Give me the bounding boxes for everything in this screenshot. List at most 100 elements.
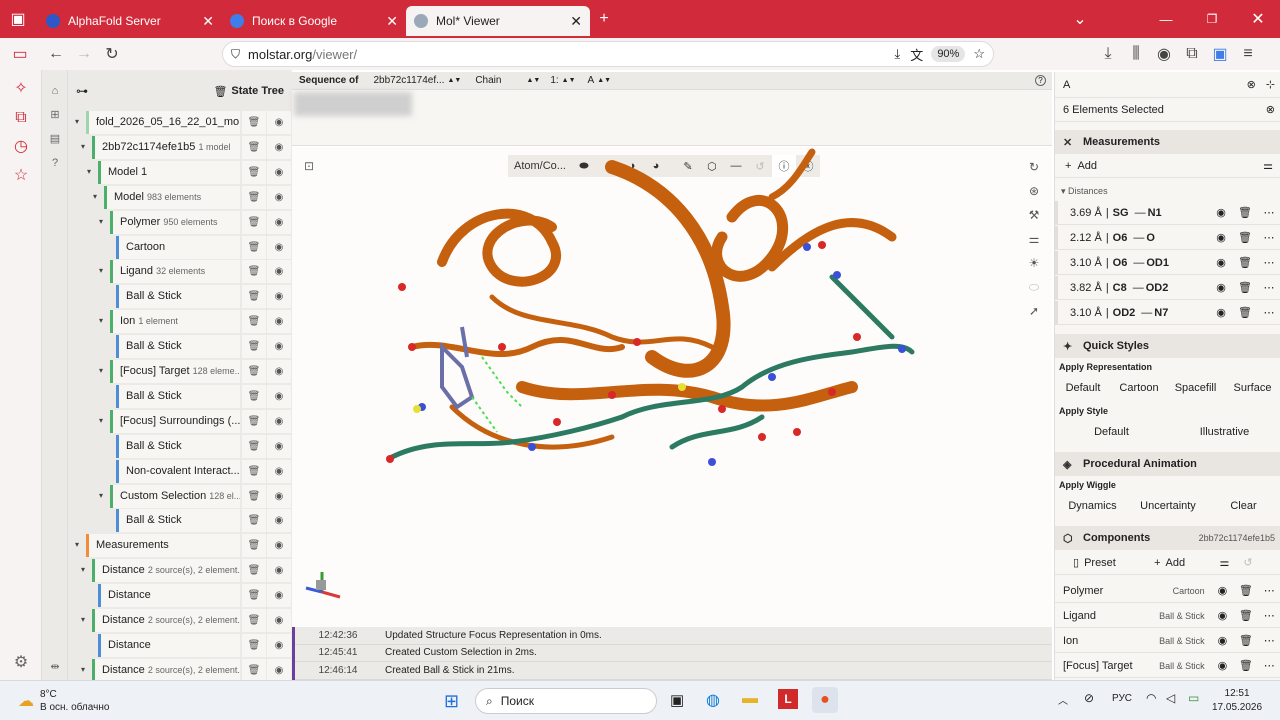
delete-icon[interactable]: 🗑: [242, 509, 266, 533]
save-page-icon[interactable]: ⤓: [895, 46, 901, 62]
delete-icon[interactable]: 🗑: [242, 135, 266, 159]
tree-node-label[interactable]: fold_2026_05_16_22_01_mo...: [86, 111, 240, 134]
tree-row[interactable]: Distance 🗑 ◉: [68, 633, 292, 657]
tree-node-label[interactable]: Distance 2 source(s), 2 element...: [92, 609, 240, 632]
input-language[interactable]: РУС: [1112, 693, 1132, 704]
tree-row[interactable]: Ball & Stick 🗑 ◉: [68, 508, 292, 533]
tree-node-label[interactable]: Ligand 32 elements: [110, 260, 240, 284]
tree-row[interactable]: ▾ Ligand 32 elements 🗑 ◉: [68, 259, 292, 284]
style-default-button[interactable]: Default: [1055, 421, 1168, 443]
selection-query[interactable]: A: [1063, 79, 1247, 91]
more-options-icon[interactable]: ⋯: [1258, 609, 1280, 622]
chevron-down-icon[interactable]: ▾: [78, 558, 88, 582]
tree-row[interactable]: ▾ 2bb72c1174efe1b5 1 model 🗑 ◉: [68, 135, 292, 159]
delete-icon[interactable]: 🗑: [1234, 609, 1257, 622]
visibility-eye-icon[interactable]: ◉: [267, 210, 291, 234]
tree-row[interactable]: ▾ Distance 2 source(s), 2 element... 🗑 ◉: [68, 558, 292, 583]
procedural-animation-header[interactable]: ◈ Procedural Animation: [1055, 452, 1280, 476]
collapse-icon[interactable]: ⇹: [46, 658, 64, 676]
reload-icon[interactable]: ↻: [98, 40, 126, 68]
taskbar-search[interactable]: ⌕ Поиск: [475, 688, 657, 714]
tab-alphafold[interactable]: AlphaFold Server ✕: [38, 6, 222, 36]
tray-network-off-icon[interactable]: ⊘: [1084, 691, 1094, 705]
delete-icon[interactable]: 🗑: [242, 160, 266, 184]
tree-node-label[interactable]: Ball & Stick: [116, 434, 240, 458]
tree-row[interactable]: Ball & Stick 🗑 ◉: [68, 284, 292, 309]
component-row[interactable]: [Focus] Target Ball & Stick ◉ 🗑 ⋯: [1055, 654, 1280, 678]
distances-group[interactable]: ▾ Distances: [1055, 182, 1280, 200]
tree-row[interactable]: Non-covalent Interact... 🗑 ◉: [68, 459, 292, 483]
entity-select[interactable]: 2bb72c1174ef...: [373, 75, 444, 86]
unit-select[interactable]: A: [588, 75, 595, 86]
tab-google[interactable]: Поиск в Google ✕: [222, 6, 406, 36]
bookmark-star-icon[interactable]: ☆: [973, 46, 985, 62]
tray-chevron-icon[interactable]: ︿: [1058, 692, 1068, 707]
chevron-down-icon[interactable]: ▾: [96, 259, 106, 283]
windows-start-icon[interactable]: ⊞: [444, 691, 459, 712]
more-options-icon[interactable]: ⋯: [1258, 634, 1280, 647]
visibility-eye-icon[interactable]: ◉: [267, 235, 291, 259]
tree-node-label[interactable]: Ball & Stick: [116, 509, 240, 533]
delete-icon[interactable]: 🗑: [242, 185, 266, 209]
tree-row[interactable]: ▾ Model 1 🗑 ◉: [68, 160, 292, 184]
session-icon[interactable]: ▤: [46, 130, 64, 148]
wiggle-clear-button[interactable]: Clear: [1206, 495, 1280, 517]
extension-shield-icon[interactable]: ▣: [1206, 40, 1234, 68]
delete-icon[interactable]: 🗑: [242, 609, 266, 632]
delete-icon[interactable]: 🗑: [242, 484, 266, 508]
measurement-add-button[interactable]: Add: [1077, 160, 1263, 172]
visibility-eye-icon[interactable]: ◉: [1211, 609, 1234, 622]
delete-icon[interactable]: 🗑: [1233, 306, 1257, 319]
more-options-icon[interactable]: ⋯: [1257, 306, 1280, 319]
delete-icon[interactable]: 🗑: [1234, 584, 1257, 597]
tree-node-label[interactable]: Polymer 950 elements: [110, 210, 240, 234]
visibility-eye-icon[interactable]: ◉: [1209, 231, 1233, 244]
delete-icon[interactable]: 🗑: [242, 260, 266, 284]
firefox-icon[interactable]: ●: [812, 687, 838, 713]
more-options-icon[interactable]: ⋯: [1258, 584, 1280, 597]
tree-node-label[interactable]: Ion 1 element: [110, 310, 240, 334]
visibility-eye-icon[interactable]: ◉: [267, 609, 291, 632]
add-icon[interactable]: +: [1154, 557, 1160, 569]
style-illustrative-button[interactable]: Illustrative: [1168, 421, 1280, 443]
clear-selection-icon[interactable]: ⊗: [1266, 103, 1275, 116]
more-options-icon[interactable]: ⋯: [1257, 231, 1280, 244]
ai-sparkle-icon[interactable]: ✧: [10, 78, 32, 100]
tree-node-label[interactable]: [Focus] Target 128 eleme...: [110, 360, 240, 383]
delete-icon[interactable]: 🗑: [242, 111, 266, 134]
delete-icon[interactable]: 🗑: [1233, 231, 1257, 244]
tab-list-chevron-icon[interactable]: ⌄: [1066, 5, 1094, 33]
close-tab-icon[interactable]: ✕: [386, 13, 398, 30]
chevron-down-icon[interactable]: ▾: [78, 608, 88, 632]
clock[interactable]: 12:51 17.05.2026: [1212, 687, 1262, 715]
tree-structure-icon[interactable]: ⊶: [76, 84, 88, 98]
distance-row[interactable]: 3.82 Å | C8 — OD2 ◉ 🗑 ⋯: [1055, 276, 1280, 300]
tree-node-label[interactable]: Distance: [98, 584, 240, 608]
delete-icon[interactable]: 🗑: [242, 409, 266, 433]
delete-icon[interactable]: 🗑: [1234, 659, 1257, 672]
file-explorer-icon[interactable]: ▬: [742, 690, 758, 708]
delete-icon[interactable]: 🗑: [242, 559, 266, 583]
chevron-down-icon[interactable]: ▾: [96, 309, 106, 333]
delete-icon[interactable]: 🗑: [242, 459, 266, 483]
tree-node-label[interactable]: Non-covalent Interact...: [116, 459, 240, 483]
rep-default-button[interactable]: Default: [1055, 377, 1111, 399]
delete-icon[interactable]: 🗑: [1234, 634, 1257, 647]
mode-select[interactable]: 1:: [550, 75, 558, 86]
visibility-eye-icon[interactable]: ◉: [267, 484, 291, 508]
rep-surface-button[interactable]: Surface: [1224, 377, 1280, 399]
focus-target-icon[interactable]: ⊹: [1266, 78, 1275, 91]
chevron-down-icon[interactable]: ▾: [78, 658, 88, 682]
tree-row[interactable]: ▾ fold_2026_05_16_22_01_mo... 🗑 ◉: [68, 110, 292, 134]
delete-icon[interactable]: 🗑: [242, 310, 266, 334]
3d-viewport[interactable]: ⊡ Atom/Co... ⬬ ◐ ◑ ◕ ✎ ⬡ — ↺ ⓘ ⓧ ↻ ⊛ ⚒ ⚌…: [292, 147, 1052, 627]
visibility-eye-icon[interactable]: ◉: [267, 409, 291, 433]
tree-node-label[interactable]: Distance 2 source(s), 2 element...: [92, 658, 240, 682]
visibility-eye-icon[interactable]: ◉: [267, 434, 291, 458]
visibility-eye-icon[interactable]: ◉: [1209, 256, 1233, 269]
visibility-eye-icon[interactable]: ◉: [267, 160, 291, 184]
tab-molstar[interactable]: Mol* Viewer ✕: [406, 6, 590, 36]
minimize-icon[interactable]: —: [1152, 5, 1180, 33]
component-row[interactable]: Ligand Ball & Stick ◉ 🗑 ⋯: [1055, 604, 1280, 628]
new-tab-icon[interactable]: +: [590, 5, 618, 33]
